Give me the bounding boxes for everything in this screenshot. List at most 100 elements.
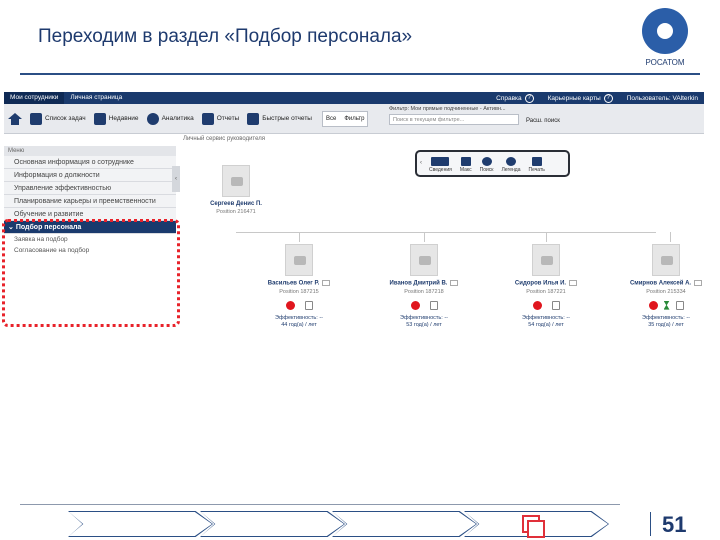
avatar bbox=[222, 165, 250, 197]
home-icon bbox=[8, 112, 22, 125]
help-icon: ? bbox=[603, 93, 613, 103]
legend-button[interactable]: Легенда bbox=[501, 157, 520, 173]
mail-icon[interactable] bbox=[450, 280, 459, 286]
avatar bbox=[410, 244, 438, 276]
toggle-icon bbox=[431, 157, 450, 166]
employee-card[interactable]: Васильев Олег Р. Position 187215 Эффекти… bbox=[251, 244, 347, 328]
checkmark-icon bbox=[30, 112, 42, 125]
status-indicators bbox=[251, 300, 347, 310]
main-toolbar: Список задач Недавние Аналитика Отчеты Б… bbox=[4, 104, 704, 134]
filter-panel: Фильтр: Мои прямые подчиненные - Активн.… bbox=[389, 106, 519, 125]
task-list-button[interactable]: Список задач bbox=[26, 104, 90, 134]
mail-icon[interactable] bbox=[322, 280, 331, 286]
avatar bbox=[532, 244, 560, 276]
chart-view-toolbar: ‹ Сведения Макс Поиск Легенда Печать bbox=[415, 150, 570, 177]
details-button[interactable]: Сведения bbox=[429, 157, 452, 173]
employee-name[interactable]: Васильев Олег Р. bbox=[251, 280, 347, 287]
org-connector bbox=[299, 232, 300, 242]
max-button[interactable]: Макс bbox=[460, 157, 472, 173]
org-connector bbox=[424, 232, 425, 242]
menu-header: Меню bbox=[4, 146, 176, 156]
chevron-left-icon[interactable]: ‹ bbox=[420, 160, 422, 166]
employee-position: Position 187218 bbox=[404, 288, 444, 295]
risk-indicator-icon bbox=[410, 300, 420, 310]
page-number-divider bbox=[650, 512, 651, 536]
search-button[interactable]: Поиск bbox=[480, 157, 493, 173]
risk-indicator-icon bbox=[285, 300, 295, 310]
exit-icon bbox=[551, 300, 560, 310]
extended-search-link[interactable]: Расш. поиск bbox=[526, 118, 560, 124]
chevron-step-fill bbox=[69, 512, 212, 536]
employee-efficiency: Эффективность: -- bbox=[275, 314, 323, 321]
exit-icon bbox=[675, 300, 684, 310]
reports-button[interactable]: Отчеты bbox=[198, 104, 243, 134]
employee-position: Position 187215 bbox=[279, 288, 319, 295]
filter-all-button[interactable]: Все bbox=[323, 116, 339, 122]
rosatom-logo-icon bbox=[642, 8, 688, 54]
menu-item-performance[interactable]: Управление эффективностью bbox=[4, 182, 176, 195]
career-maps-link[interactable]: Карьерные карты? bbox=[548, 93, 613, 103]
employee-age: 35 год(а) / лет bbox=[648, 321, 684, 328]
page-number: 51 bbox=[662, 512, 687, 537]
rosatom-logo: РОСАТОМ bbox=[636, 8, 694, 74]
menu-item-position-info[interactable]: Информация о должности bbox=[4, 169, 176, 182]
print-button[interactable]: Печать bbox=[528, 157, 545, 173]
list-document-icon bbox=[247, 112, 260, 125]
employee-efficiency: Эффективность: -- bbox=[642, 314, 690, 321]
home-button[interactable] bbox=[4, 104, 26, 134]
top-nav-bar: Мои сотрудники Личная страница Справка? … bbox=[4, 92, 704, 104]
org-connector bbox=[670, 232, 671, 242]
mail-icon[interactable] bbox=[569, 280, 578, 286]
employee-card[interactable]: Иванов Дмитрий В. Position 187218 Эффект… bbox=[376, 244, 472, 328]
filter-toggle[interactable]: Все Фильтр bbox=[321, 110, 369, 127]
employee-card[interactable]: Смирнов Алексей А. Position 215334 Эффек… bbox=[618, 244, 714, 328]
recent-button[interactable]: Недавние bbox=[90, 104, 143, 134]
help-link[interactable]: Справка? bbox=[496, 93, 534, 103]
title-divider bbox=[20, 73, 700, 75]
employee-position: Position 187221 bbox=[526, 288, 566, 295]
folder-icon bbox=[93, 112, 106, 125]
printer-icon bbox=[531, 157, 542, 166]
risk-indicator-icon bbox=[532, 300, 542, 310]
chevron-step-fill bbox=[333, 512, 476, 536]
avatar bbox=[652, 244, 680, 276]
quick-reports-button[interactable]: Быстрые отчеты bbox=[243, 104, 316, 134]
slide-title: Переходим в раздел «Подбор персонала» bbox=[38, 26, 413, 47]
logo-text: РОСАТОМ bbox=[645, 58, 685, 67]
employee-name[interactable]: Смирнов Алексей А. bbox=[618, 280, 714, 287]
status-indicators bbox=[498, 300, 594, 310]
employee-age: 54 год(а) / лет bbox=[528, 321, 564, 328]
hourglass-icon bbox=[663, 300, 670, 310]
org-connector bbox=[546, 232, 547, 242]
employee-position: Position 215334 bbox=[646, 288, 686, 295]
manager-position: Position 216471 bbox=[216, 209, 256, 215]
analytics-button[interactable]: Аналитика bbox=[143, 104, 198, 134]
risk-indicator-icon bbox=[648, 300, 658, 310]
manager-card[interactable]: Сергеев Денис П. Position 216471 bbox=[188, 165, 284, 215]
filter-label[interactable]: Фильтр: Мои прямые подчиненные - Активн.… bbox=[389, 106, 519, 112]
employee-name[interactable]: Сидоров Илья И. bbox=[498, 280, 594, 287]
status-indicators bbox=[618, 300, 714, 310]
avatar bbox=[285, 244, 313, 276]
status-indicators bbox=[376, 300, 472, 310]
help-icon: ? bbox=[524, 93, 534, 103]
tab-personal-page[interactable]: Личная страница bbox=[64, 92, 128, 104]
chevron-step-fill bbox=[201, 512, 344, 536]
search-icon bbox=[481, 157, 492, 166]
filter-button[interactable]: Фильтр bbox=[341, 116, 367, 122]
manager-name[interactable]: Сергеев Денис П. bbox=[188, 201, 284, 207]
filter-search-input[interactable]: Поиск в текущем фильтре... bbox=[389, 114, 519, 125]
tab-my-employees[interactable]: Мои сотрудники bbox=[4, 92, 65, 104]
employee-name[interactable]: Иванов Дмитрий В. bbox=[376, 280, 472, 287]
pie-chart-icon bbox=[146, 112, 159, 125]
exit-icon bbox=[429, 300, 438, 310]
mail-icon[interactable] bbox=[694, 280, 703, 286]
menu-item-career-planning[interactable]: Планирование карьеры и преемственности bbox=[4, 195, 176, 208]
menu-collapse-handle[interactable]: ‹ bbox=[172, 166, 180, 192]
info-icon bbox=[505, 157, 516, 166]
hierarchy-icon bbox=[460, 157, 471, 166]
employee-age: 44 год(а) / лет bbox=[281, 321, 317, 328]
document-icon bbox=[201, 112, 214, 125]
menu-item-basic-info[interactable]: Основная информация о сотруднике bbox=[4, 156, 176, 169]
employee-card[interactable]: Сидоров Илья И. Position 187221 Эффектив… bbox=[498, 244, 594, 328]
